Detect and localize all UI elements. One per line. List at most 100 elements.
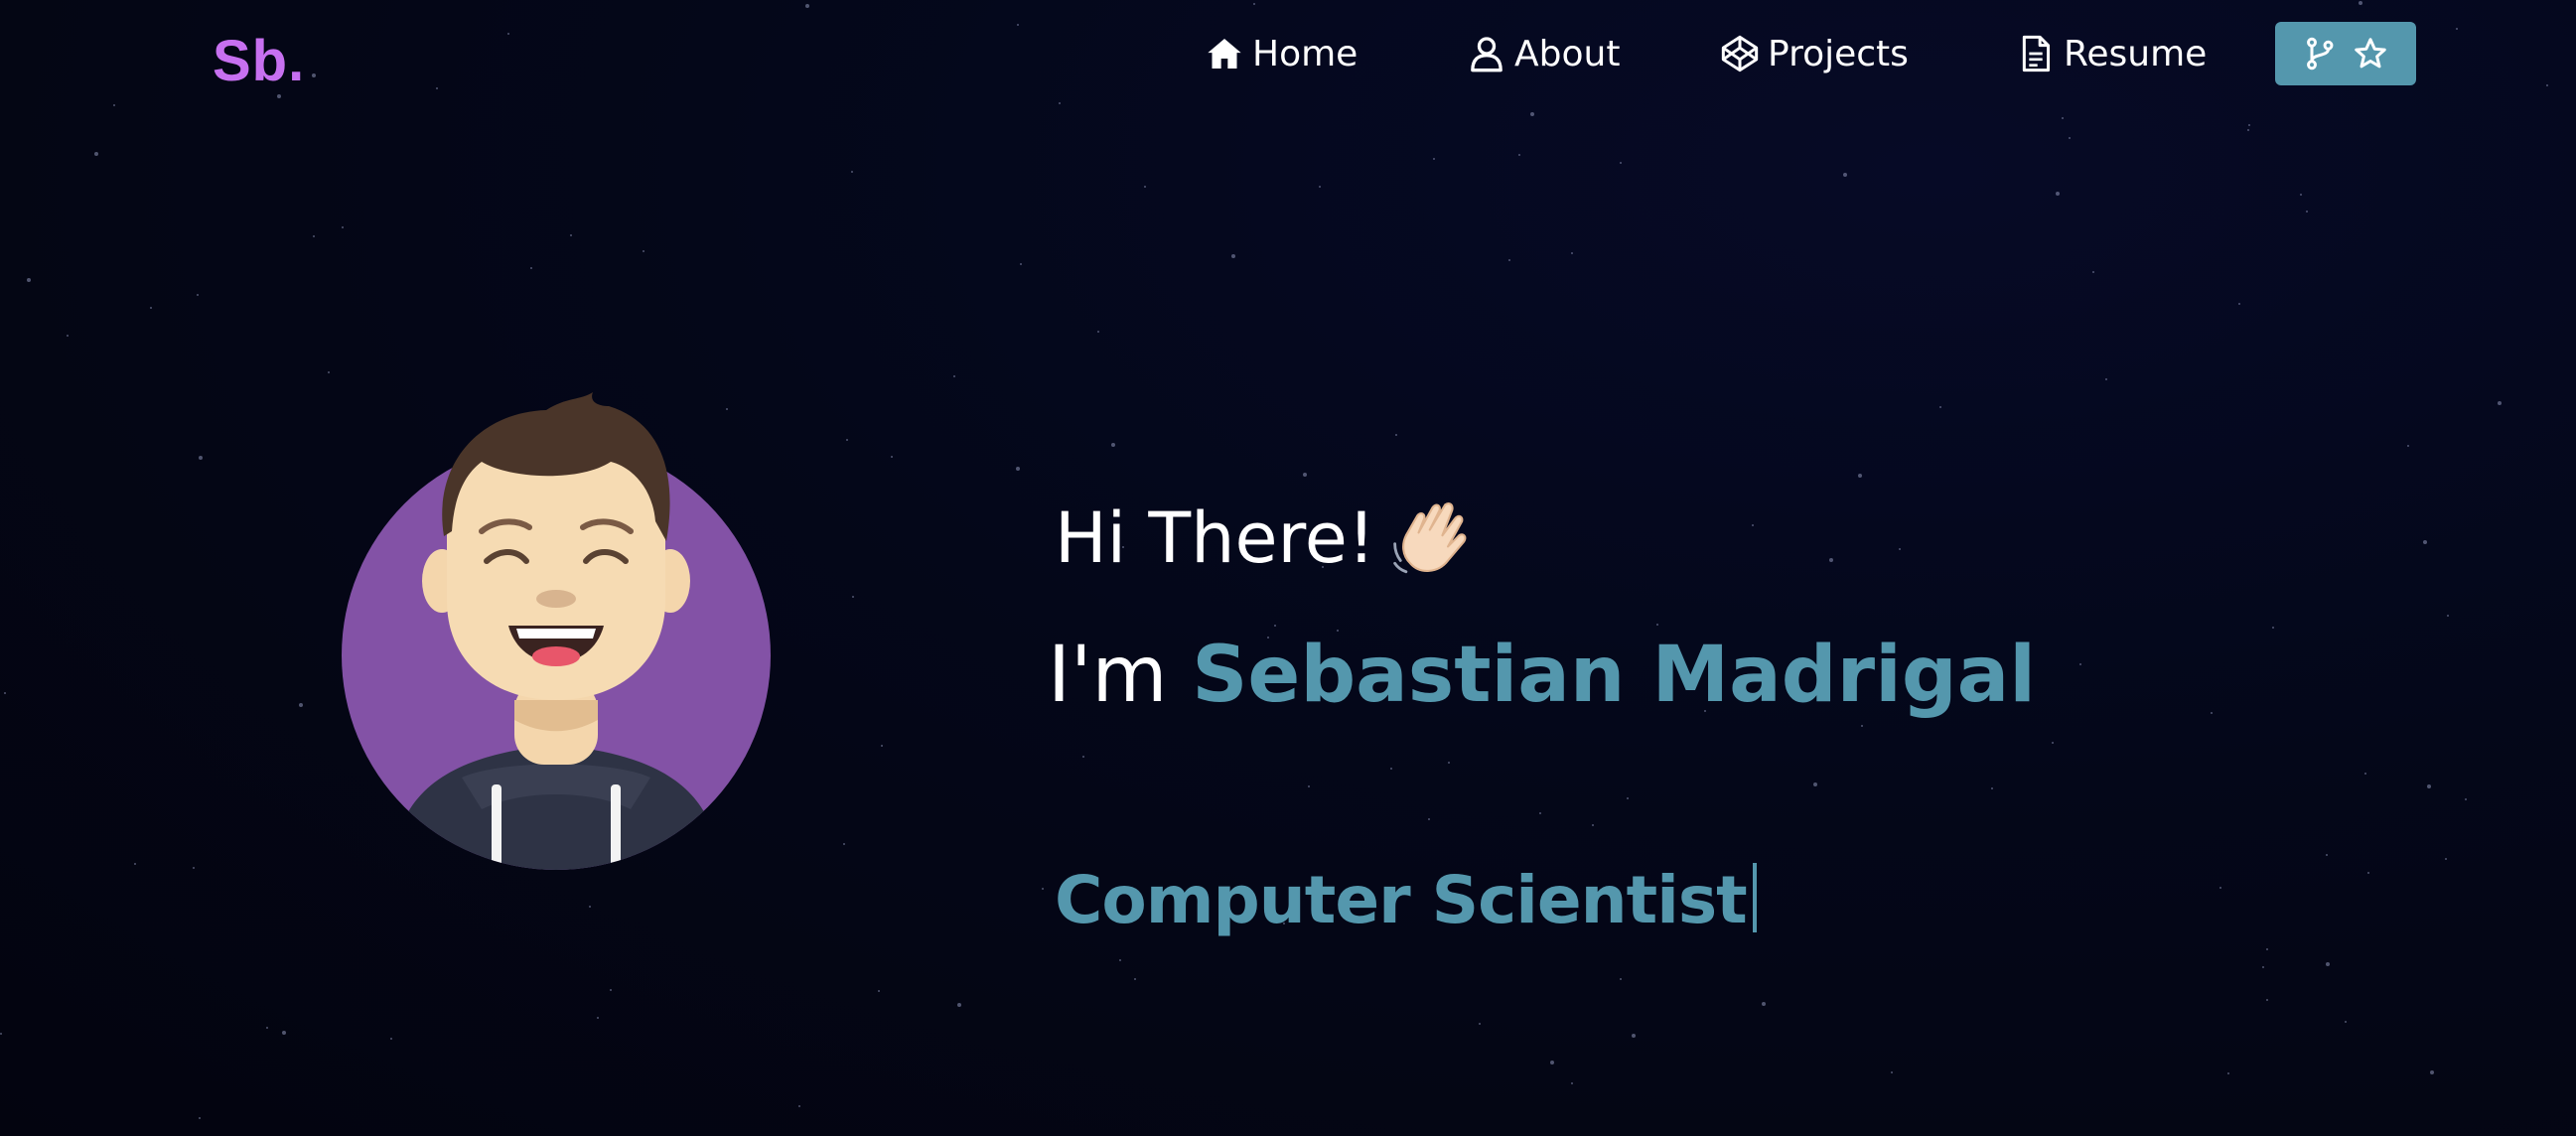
star-dot xyxy=(150,307,152,309)
star-dot xyxy=(2079,663,2081,665)
git-fork-icon xyxy=(2307,37,2334,71)
star-dot xyxy=(1231,254,1235,258)
star-dot xyxy=(1518,154,1520,156)
intro-heading: I'm Sebastian Madrigal xyxy=(1048,631,2036,720)
star-dot xyxy=(2219,887,2221,889)
star-dot xyxy=(1571,252,1573,254)
star-icon xyxy=(2355,38,2386,69)
star-dot xyxy=(1097,331,1099,333)
home-icon xyxy=(1208,39,1241,69)
star-dot xyxy=(2300,194,2302,196)
github-star-button[interactable] xyxy=(2275,22,2416,85)
star-dot xyxy=(1813,782,1817,786)
star-dot xyxy=(1303,473,1307,477)
star-dot xyxy=(282,1031,286,1035)
star-dot xyxy=(1144,186,1146,188)
star-dot xyxy=(1390,768,1392,770)
star-dot xyxy=(266,1027,268,1029)
star-dot xyxy=(1762,1002,1766,1006)
nav-home[interactable]: Home xyxy=(1205,28,1358,79)
star-dot xyxy=(881,745,883,747)
star-dot xyxy=(1448,762,1450,764)
star-dot xyxy=(1082,756,1084,758)
star-dot xyxy=(27,278,31,282)
nav-about[interactable]: About xyxy=(1467,28,1620,79)
star-dot xyxy=(2427,784,2431,788)
star-dot xyxy=(1858,474,1862,478)
star-dot xyxy=(843,843,845,845)
star-dot xyxy=(1308,785,1310,787)
star-dot xyxy=(1530,112,1534,116)
star-dot xyxy=(610,989,612,991)
star-dot xyxy=(2345,1021,2347,1023)
star-dot xyxy=(953,375,955,377)
star-dot xyxy=(1111,443,1115,447)
star-dot xyxy=(1433,158,1435,160)
star-dot xyxy=(1479,1023,1481,1025)
star-dot xyxy=(1620,162,1622,164)
nav-home-label: Home xyxy=(1252,33,1359,74)
star-dot xyxy=(2306,211,2308,213)
star-dot xyxy=(570,234,572,236)
star-dot xyxy=(2248,124,2250,126)
star-dot xyxy=(1119,959,1121,961)
star-dot xyxy=(2447,615,2449,617)
star-dot xyxy=(2262,966,2264,968)
typing-cursor xyxy=(1752,863,1757,932)
star-dot xyxy=(2052,742,2054,744)
star-dot xyxy=(193,867,195,869)
star-dot xyxy=(1843,173,1847,177)
star-dot xyxy=(342,226,344,228)
star-dot xyxy=(1508,259,1510,261)
star-dot xyxy=(891,456,893,458)
typed-role-text: Computer Scientist xyxy=(1055,862,1757,938)
waving-hand-icon xyxy=(1393,502,1467,574)
greeting-text: Hi There! xyxy=(1055,497,1375,579)
star-dot xyxy=(1829,558,1833,562)
star-dot xyxy=(2069,137,2071,139)
star-dot xyxy=(4,692,6,694)
star-dot xyxy=(2105,378,2107,380)
star-dot xyxy=(313,235,315,237)
typed-role-label: Computer Scientist xyxy=(1055,862,1748,938)
star-dot xyxy=(878,990,880,992)
star-dot xyxy=(2092,271,2094,273)
nav-about-label: About xyxy=(1514,33,1621,74)
star-dot xyxy=(94,152,98,156)
star-dot xyxy=(2326,962,2330,966)
nav-projects[interactable]: Projects xyxy=(1720,28,1909,79)
nav-projects-label: Projects xyxy=(1768,33,1909,74)
avatar xyxy=(342,392,771,870)
star-dot xyxy=(2465,798,2467,800)
greeting-heading: Hi There! xyxy=(1055,494,1479,583)
star-dot xyxy=(2238,303,2240,305)
star-dot xyxy=(2266,999,2268,1001)
star-dot xyxy=(589,906,591,908)
star-dot xyxy=(2062,117,2064,119)
star-dot xyxy=(2423,540,2427,544)
nav-resume[interactable]: Resume xyxy=(2016,28,2207,79)
star-dot xyxy=(2056,192,2060,196)
star-dot xyxy=(2266,948,2268,950)
document-icon xyxy=(2022,35,2050,72)
star-dot xyxy=(1939,406,1941,408)
star-dot xyxy=(798,1105,800,1107)
star-dot xyxy=(957,1003,961,1007)
star-dot xyxy=(1274,625,1276,627)
star-dot xyxy=(134,863,136,865)
star-dot xyxy=(1571,1082,1573,1084)
star-dot xyxy=(1395,434,1397,436)
star-dot xyxy=(67,335,69,337)
codepen-icon xyxy=(1721,35,1759,72)
star-dot xyxy=(1899,548,1901,550)
star-dot xyxy=(846,439,848,441)
star-dot xyxy=(2247,129,2249,131)
star-dot xyxy=(1891,1071,1893,1073)
star-dot xyxy=(1627,797,1629,799)
star-dot xyxy=(2272,627,2274,629)
star-dot xyxy=(1550,1061,1554,1065)
star-dot xyxy=(1539,812,1541,814)
star-dot xyxy=(2326,854,2328,856)
star-dot xyxy=(2367,872,2369,874)
star-dot xyxy=(852,596,854,598)
